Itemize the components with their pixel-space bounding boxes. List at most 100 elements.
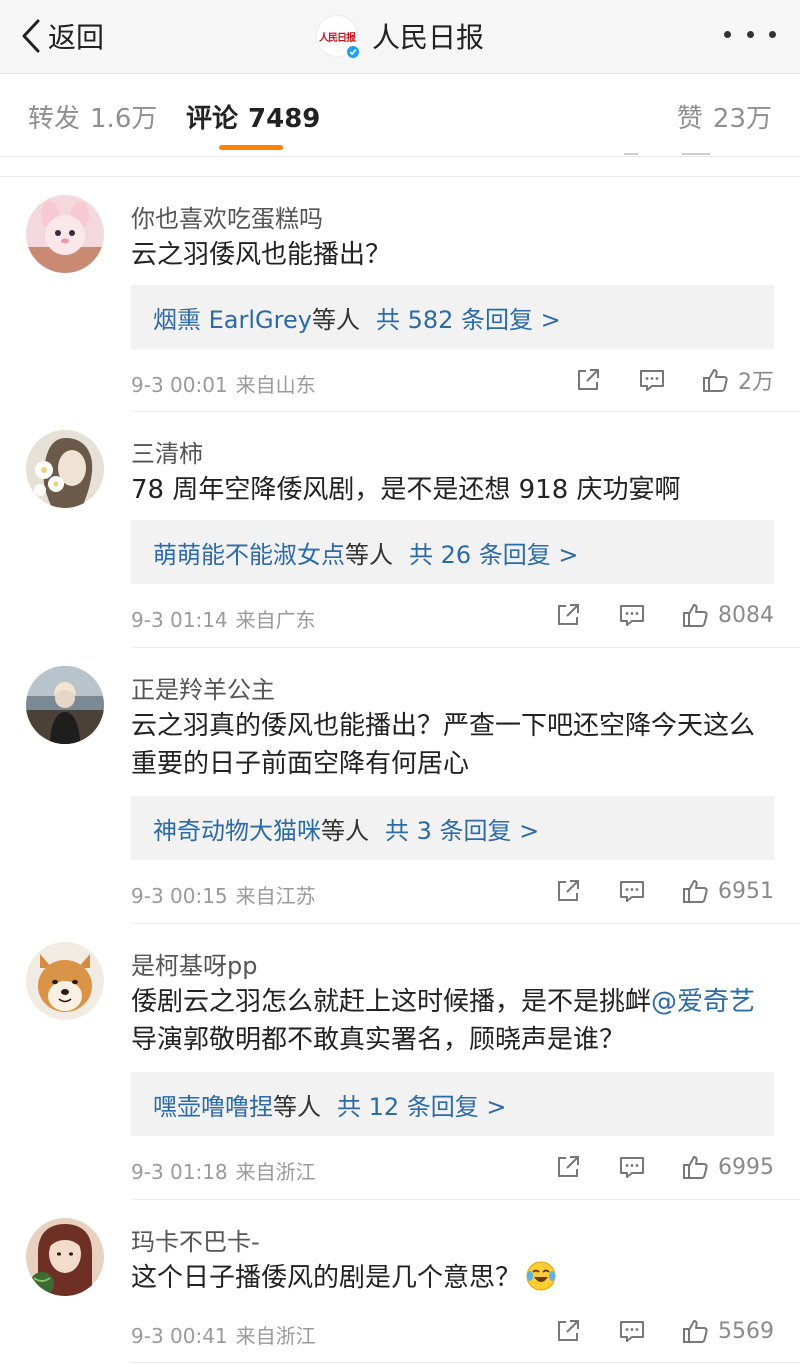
reply-suffix: 等人	[345, 540, 393, 569]
replies-preview[interactable]: 烟熏 EarlGrey 等人共 582 条回复 >	[131, 285, 774, 349]
location: 来自浙江	[235, 1324, 316, 1348]
share-button[interactable]	[554, 877, 582, 905]
reply-count-link: 共 582 条回复 >	[375, 305, 561, 334]
avatar[interactable]	[26, 942, 104, 1020]
comment-item: 是柯基呀pp 倭剧云之羽怎么就赶上这时候播，是不是挑衅@爱奇艺 导演郭敬明都不敢…	[0, 924, 800, 1200]
avatar[interactable]	[26, 430, 104, 508]
username[interactable]: 三清柿	[131, 434, 203, 469]
reply-suffix: 等人	[321, 816, 369, 845]
comment-meta: 9-3 00:41 来自浙江	[131, 1320, 316, 1349]
comment-text-part: 倭剧云之羽怎么就赶上这时候播，是不是挑衅	[131, 987, 652, 1017]
reply-button[interactable]	[618, 877, 646, 905]
tab-count: 7489	[248, 104, 321, 134]
like-button[interactable]: 6995	[682, 1153, 774, 1181]
account-header[interactable]: 人民日报 人民日报	[0, 14, 800, 60]
comment-icon	[620, 605, 644, 626]
comment-meta: 9-3 01:14 来自广东	[131, 604, 316, 633]
comment-actions: 8084	[554, 599, 774, 631]
like-count: 2万	[738, 370, 774, 395]
more-options-icon[interactable]	[724, 22, 776, 46]
avatar[interactable]	[26, 1218, 104, 1296]
reply-button[interactable]	[618, 1317, 646, 1345]
like-count: 6951	[718, 878, 774, 904]
thumbs-up-icon	[683, 604, 708, 627]
share-button[interactable]	[554, 601, 582, 629]
reply-button[interactable]	[638, 366, 666, 394]
comment-item: 你也喜欢吃蛋糕吗 云之羽倭风也能播出？ 烟熏 EarlGrey 等人共 582 条…	[0, 177, 800, 412]
username[interactable]: 玛卡不巴卡-	[131, 1222, 260, 1257]
tab-count: 23万	[712, 104, 772, 134]
thumbs-up-icon	[683, 1156, 708, 1179]
comment-text: 云之羽真的倭风也能播出？严查一下吧还空降今天这么重要的日子前面空降有何居心	[131, 711, 756, 779]
account-name[interactable]: 人民日报	[372, 16, 484, 56]
reply-count-link: 共 26 条回复 >	[409, 540, 579, 569]
reply-button[interactable]	[618, 1153, 646, 1181]
comment-actions: 6995	[554, 1151, 774, 1183]
timestamp: 9-3 00:41	[131, 1324, 228, 1348]
thumbs-up-icon	[703, 369, 728, 392]
tab-label: 赞	[676, 104, 703, 134]
comment-item: 正是羚羊公主 云之羽真的倭风也能播出？严查一下吧还空降今天这么重要的日子前面空降…	[0, 648, 800, 924]
location: 来自江苏	[235, 884, 316, 908]
like-count: 5569	[718, 1318, 774, 1344]
comment-item: 三清柿 78 周年空降倭风剧，是不是还想 918 庆功宴啊 萌萌能不能淑女点 等人…	[0, 412, 800, 648]
like-button[interactable]: 6951	[682, 877, 774, 905]
nav-bar: 返回 人民日报 人民日报	[0, 0, 800, 74]
avatar[interactable]	[26, 666, 104, 744]
share-icon	[558, 1156, 579, 1177]
share-button[interactable]	[554, 1153, 582, 1181]
tab-bar: 转发 1.6万 评论 7489 赞 23万	[0, 74, 800, 156]
tab-count: 1.6万	[90, 104, 158, 134]
thumbs-up-icon	[683, 880, 708, 903]
share-icon	[558, 880, 579, 901]
timestamp: 9-3 00:15	[131, 884, 228, 908]
tab-label: 转发	[28, 104, 81, 134]
comment-meta: 9-3 00:15 来自江苏	[131, 880, 316, 909]
share-button[interactable]	[554, 1317, 582, 1345]
avatar[interactable]	[26, 195, 104, 273]
comment-text: 倭剧云之羽怎么就赶上这时候播，是不是挑衅@爱奇艺 导演郭敬明都不敢真实署名，顾晓…	[131, 983, 771, 1059]
like-button[interactable]: 8084	[682, 601, 774, 629]
mention-link[interactable]: @爱奇艺	[651, 987, 755, 1017]
like-button[interactable]: 2万	[702, 364, 774, 396]
timestamp: 9-3 01:18	[131, 1160, 228, 1184]
replies-preview[interactable]: 神奇动物大猫咪 等人共 3 条回复 >	[131, 796, 774, 860]
comment-divider	[131, 1362, 800, 1363]
reply-suffix: 等人	[273, 1092, 321, 1121]
account-logo[interactable]: 人民日报	[315, 15, 361, 60]
scrolled-item-fragment	[682, 143, 710, 155]
comment-text-part: 这个日子播倭风的剧是几个意思？	[131, 1263, 522, 1293]
tab-comments[interactable]: 评论 7489	[186, 98, 320, 135]
replies-preview[interactable]: 萌萌能不能淑女点 等人共 26 条回复 >	[131, 520, 774, 584]
like-count: 8084	[718, 602, 774, 628]
username[interactable]: 是柯基呀pp	[131, 946, 257, 981]
reply-usernames: 烟熏 EarlGrey	[153, 305, 312, 334]
comment-actions: 5569	[554, 1315, 774, 1347]
comment-text-part: 导演郭敬明都不敢真实署名，顾晓声是谁？	[131, 1025, 626, 1055]
comment-item: 玛卡不巴卡- 这个日子播倭风的剧是几个意思？ 9-3 00:41 来自浙江 556…	[0, 1200, 800, 1364]
comment-icon	[620, 881, 644, 902]
reply-count-link: 共 12 条回复 >	[337, 1092, 507, 1121]
comment-meta: 9-3 00:01 来自山东	[131, 369, 316, 398]
tab-likes[interactable]: 赞 23万	[677, 98, 772, 135]
username[interactable]: 你也喜欢吃蛋糕吗	[131, 199, 323, 234]
share-button[interactable]	[574, 366, 602, 394]
comment-icon	[620, 1321, 644, 1342]
logo-wordmark: 人民日报	[318, 32, 356, 44]
tab-label: 评论	[186, 104, 239, 134]
username[interactable]: 正是羚羊公主	[131, 670, 275, 705]
tab-divider	[0, 156, 800, 157]
like-button[interactable]: 5569	[682, 1317, 774, 1345]
comment-text: 78 周年空降倭风剧，是不是还想 918 庆功宴啊	[131, 475, 681, 505]
reply-usernames: 萌萌能不能淑女点	[153, 540, 345, 569]
share-icon	[558, 1320, 579, 1341]
reply-button[interactable]	[618, 601, 646, 629]
like-count: 6995	[718, 1154, 774, 1180]
comment-actions: 2万	[574, 364, 774, 396]
active-tab-indicator	[219, 145, 283, 150]
share-icon	[578, 369, 599, 390]
comment-icon	[620, 1157, 644, 1178]
tab-reposts[interactable]: 转发 1.6万	[28, 98, 157, 135]
replies-preview[interactable]: 嘿壶噜噜捏 等人共 12 条回复 >	[131, 1072, 774, 1136]
laughing-crying-emoji-icon	[525, 1260, 557, 1292]
